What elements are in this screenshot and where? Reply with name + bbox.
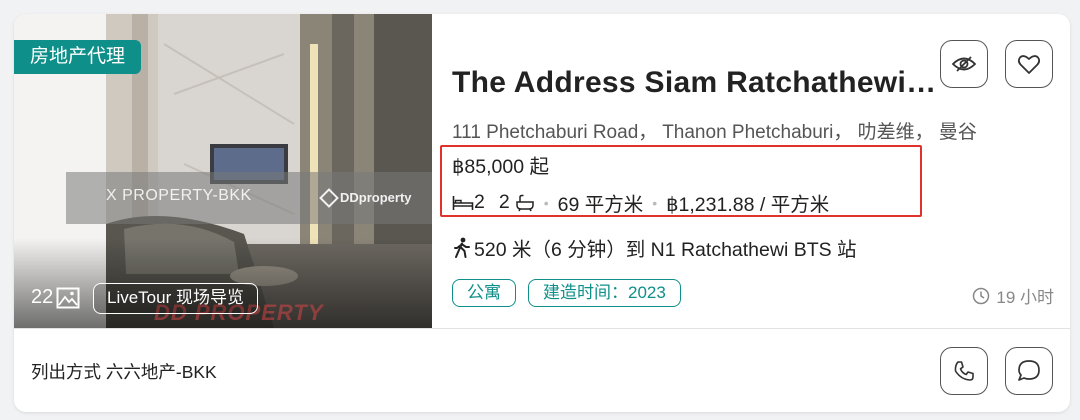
ddproperty-logo-icon — [319, 187, 339, 208]
bedroom-count: 2 — [474, 191, 485, 213]
photo-watermark-text: X PROPERTY-BKK — [106, 187, 252, 204]
listed-by: 列出方式 六六地产-BKK — [31, 359, 217, 384]
image-icon — [56, 287, 80, 308]
listing-price: ฿85,000 起 — [452, 156, 549, 178]
listed-by-agency[interactable]: 六六地产-BKK — [106, 362, 217, 382]
separator-dot: • — [652, 194, 658, 211]
posted-time-text: 19 小时 — [996, 288, 1054, 307]
listing-title[interactable]: The Address Siam Ratchathewi Condominium — [452, 66, 942, 100]
livetour-button[interactable]: LiveTour 现场导览 — [93, 283, 258, 314]
favorite-button[interactable] — [1005, 40, 1053, 88]
card-divider — [14, 328, 1070, 329]
chat-bubble-icon — [1018, 360, 1040, 381]
tag-property-type[interactable]: 公寓 — [452, 279, 516, 307]
phone-icon — [954, 361, 974, 381]
clock-icon — [973, 287, 990, 304]
chat-button[interactable] — [1005, 347, 1053, 395]
listing-card[interactable]: X PROPERTY-BKK DDproperty DD PROPERTY 房地… — [14, 14, 1070, 412]
photo-count[interactable]: 22 — [31, 286, 80, 309]
posted-time: 19 小时 — [972, 283, 1054, 308]
listed-by-prefix: 列出方式 — [31, 362, 101, 382]
bathtub-icon — [515, 194, 535, 212]
listing-specs: 2 2 • 69 平方米 • ฿1,231.88 / 平方米 — [452, 188, 829, 217]
listing-photo[interactable]: X PROPERTY-BKK DDproperty DD PROPERTY 房地… — [14, 14, 432, 328]
agent-badge: 房地产代理 — [14, 40, 142, 74]
photo-watermark-logo-text: DDproperty — [340, 190, 412, 205]
heart-icon — [1017, 55, 1041, 74]
call-button[interactable] — [940, 347, 988, 395]
hide-listing-button[interactable] — [940, 40, 988, 88]
walking-person-icon — [454, 237, 470, 258]
listing-address: 111 Phetchaburi Road， Thanon Phetchaburi… — [452, 122, 977, 143]
bed-icon — [452, 194, 474, 212]
transit-text: 520 米（6 分钟）到 N1 Ratchathewi BTS 站 — [474, 239, 857, 261]
tag-build-year[interactable]: 建造时间：2023 — [528, 279, 681, 307]
tag-list: 公寓 建造时间：2023 — [452, 279, 681, 307]
floor-area: 69 平方米 — [557, 194, 644, 216]
transit-info: 520 米（6 分钟）到 N1 Ratchathewi BTS 站 — [452, 233, 857, 262]
photo-watermark-logo: DDproperty — [319, 187, 412, 208]
bathroom-count: 2 — [498, 191, 510, 213]
separator-dot: • — [543, 194, 549, 211]
price-per-sqm: ฿1,231.88 / 平方米 — [666, 194, 830, 216]
photo-count-number: 22 — [31, 286, 54, 308]
eye-slash-icon — [951, 56, 977, 72]
